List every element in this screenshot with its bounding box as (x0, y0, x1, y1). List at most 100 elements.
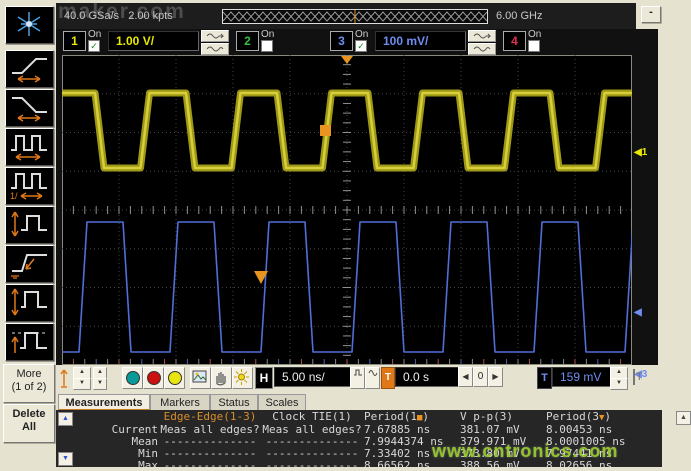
more-button[interactable]: More (1 of 2) (3, 364, 55, 403)
v-min-icon (8, 208, 51, 240)
period1-marker (320, 125, 331, 136)
trigger-time-marker (341, 56, 353, 64)
channel-4-button[interactable]: 4 (503, 31, 526, 51)
pulse-icon (353, 368, 363, 378)
svg-text:1/: 1/ (10, 191, 18, 201)
up-arrow-icon: ▲ (616, 369, 622, 375)
trigger-level-down-button[interactable]: ▼ (610, 378, 628, 390)
v-top-icon (8, 325, 51, 357)
measure-fall-time-button[interactable] (5, 89, 54, 127)
measurement-header-row: Edge-Edge(1-3) Clock TIE(1) Period(1■) V… (74, 411, 662, 423)
channel-2-on-checkbox[interactable] (261, 40, 273, 52)
panel-scroll-up-button[interactable]: ▲ (676, 411, 691, 425)
channel-3-scale-field[interactable]: 100 mV/ (375, 31, 466, 51)
trigger-level-field[interactable]: 159 mV (552, 367, 615, 387)
display-brightness-button[interactable] (232, 367, 253, 389)
delete-all-button[interactable]: Delete All (3, 404, 55, 443)
timebase-field[interactable]: 5.00 ns/ (274, 367, 353, 387)
sample-rate: 40.0 GSa/s (64, 10, 119, 22)
channel-1-on-checkbox[interactable]: ✓ (88, 40, 100, 52)
marker-color-teal-button[interactable] (122, 367, 143, 389)
touch-drag-button[interactable] (211, 367, 232, 389)
fall-time-icon (8, 91, 51, 123)
up-arrow-icon: ▲ (79, 369, 85, 375)
trigger-level-marker[interactable]: ◀ (634, 307, 642, 318)
tab-scales[interactable]: Scales (258, 394, 306, 411)
screen-capture-button[interactable] (190, 367, 211, 389)
channel-1-coupling-ac-button[interactable] (201, 30, 229, 42)
channel-3-coupling-ac-button[interactable] (468, 30, 496, 42)
measure-v-top-button[interactable] (5, 323, 54, 361)
red-circle-icon (147, 371, 161, 385)
horizontal-scale-down-button[interactable]: ▼ (73, 378, 91, 390)
delete-label: Delete (4, 408, 54, 421)
channel-1-coupling-dc-button[interactable] (201, 43, 229, 55)
column-edge-edge: Edge-Edge(1-3) (160, 411, 260, 423)
measurements-scroll-down-button[interactable]: ▼ (58, 452, 73, 466)
delete-all-label: All (4, 421, 54, 434)
starburst-logo-icon (8, 8, 51, 40)
measurements-scroll-up-button[interactable]: ▲ (58, 412, 73, 426)
channel-1-ground-marker[interactable]: ◀1 (634, 147, 647, 158)
measure-v-base-button[interactable] (5, 245, 54, 283)
marker-color-yellow-button[interactable] (164, 367, 185, 389)
channel-4-on-checkbox[interactable] (528, 40, 540, 52)
measure-v-min-button[interactable] (5, 206, 54, 244)
channel-1-button[interactable]: 1 (63, 31, 86, 51)
check-icon: ✓ (357, 41, 365, 51)
down-arrow-icon: ▼ (616, 380, 622, 386)
ac-coupling-icon (472, 32, 492, 39)
channel-1-scale-field[interactable]: 1.00 V/ (108, 31, 199, 51)
acquisition-preview-bar[interactable] (222, 9, 488, 24)
down-arrow-icon: ▼ (79, 380, 85, 386)
delay-field[interactable]: 0.0 s (395, 367, 462, 387)
channel-2-on-label: On (261, 30, 274, 40)
measurement-row-max: Max -------------- -------------- 8.6656… (74, 460, 662, 467)
trigger-label: T (541, 372, 548, 384)
measurements-panel: Edge-Edge(1-3) Clock TIE(1) Period(1■) V… (56, 410, 662, 467)
measure-rise-time-button[interactable] (5, 50, 54, 88)
status-strip: 40.0 GSa/s 2.00 kpts 6.00 GHz (56, 3, 636, 29)
delay-increment-button[interactable]: ▶ (488, 367, 503, 387)
delay-value: 0.0 s (403, 370, 429, 384)
left-arrow-icon: ◀ (634, 307, 642, 318)
delay-zero-button[interactable]: 0 (473, 367, 488, 387)
measure-v-peak-to-peak-button[interactable] (5, 284, 54, 322)
channel-1-coupling-controls (201, 30, 229, 56)
waveform-plot[interactable] (62, 55, 632, 365)
up-arrow-icon: ▲ (97, 369, 103, 375)
yellow-circle-icon (168, 371, 182, 385)
delay-decrement-button[interactable]: ◀ (458, 367, 473, 387)
channel-3-on-checkbox[interactable]: ✓ (355, 40, 367, 52)
tab-markers[interactable]: Markers (150, 394, 210, 411)
trigger-menu-button[interactable]: T (537, 367, 552, 389)
up-arrow-icon: ▲ (62, 415, 69, 422)
channel-3-coupling-dc-button[interactable] (468, 43, 496, 55)
marker-color-red-button[interactable] (143, 367, 164, 389)
trigger-edge-indicator-icon: T (633, 369, 643, 385)
period-icon (8, 130, 51, 162)
column-period-1: Period(1■) (364, 411, 460, 423)
channel-3-button[interactable]: 3 (330, 31, 353, 51)
zoom-normal-button[interactable] (350, 367, 365, 389)
column-period-3: Period(3▼) (546, 411, 646, 423)
channel-3-on-label: On (355, 30, 368, 40)
hand-icon (212, 368, 229, 386)
measure-frequency-button[interactable]: 1/ (5, 167, 54, 205)
scope-display-area: 1 On ✓ 1.00 V/ 2 On 3 On ✓ (56, 29, 658, 365)
channel-1-on-label: On (88, 30, 101, 40)
zoom-window-button[interactable] (365, 367, 380, 389)
minimize-button[interactable]: - (641, 6, 661, 23)
trigger-arrow-icon (59, 367, 69, 389)
up-arrow-icon: ▲ (680, 414, 687, 421)
app-logo (5, 6, 54, 44)
horizontal-menu-button[interactable]: H (255, 367, 273, 389)
channel-4-label: 4 (511, 34, 518, 48)
channel-2-button[interactable]: 2 (236, 31, 259, 51)
horizontal-position-down-button[interactable]: ▼ (93, 378, 107, 390)
preview-waveform-icon (223, 10, 487, 23)
measure-period-button[interactable] (5, 128, 54, 166)
timebase-value: 5.00 ns/ (282, 370, 325, 384)
tab-status[interactable]: Status (210, 394, 258, 411)
dc-coupling-icon (205, 45, 225, 52)
